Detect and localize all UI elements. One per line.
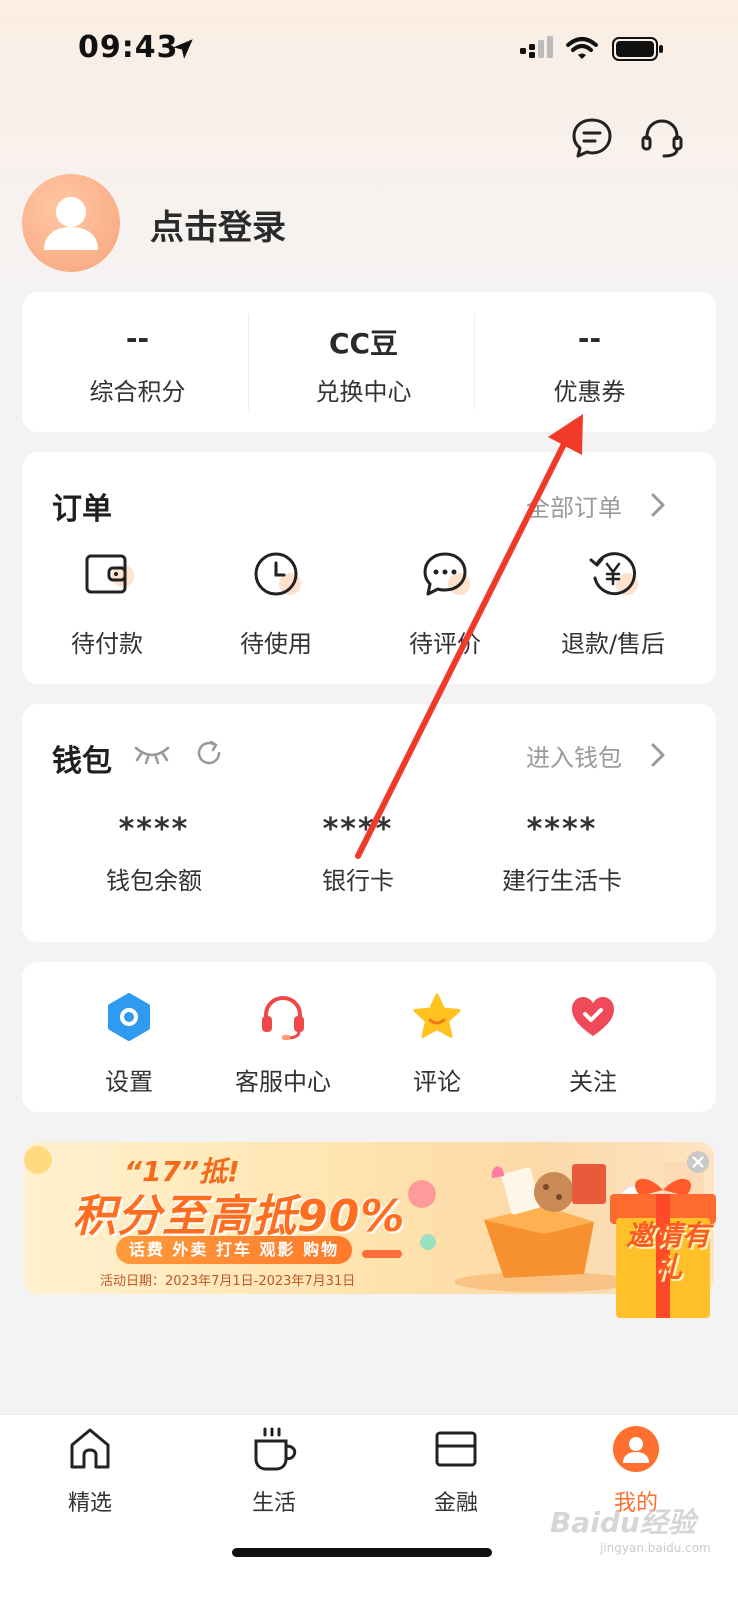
shortcut-label: 关注 — [569, 1068, 617, 1096]
tab-label: 精选 — [67, 1491, 112, 1516]
wallet-label: 钱包余额 — [106, 867, 202, 895]
chevron-right-icon[interactable] — [650, 742, 666, 768]
shortcut-settings[interactable]: 设置 — [54, 992, 204, 1097]
order-label: 待使用 — [240, 630, 312, 658]
wallet-icon — [85, 554, 134, 594]
customer-service-icon[interactable] — [640, 116, 684, 160]
star-icon — [413, 993, 461, 1038]
points-summary-card: -- 综合积分 CC豆 兑换中心 -- 优惠券 — [22, 292, 716, 432]
all-orders-link[interactable]: 全部订单 — [526, 488, 622, 523]
banner-date: 活动日期：2023年7月1日-2023年7月31日 — [100, 1274, 356, 1289]
wallet-label: 银行卡 — [322, 867, 394, 895]
wallet-bank-card[interactable]: **** 银行卡 — [248, 812, 468, 896]
watermark-url: jingyan.baidu.com — [600, 1541, 711, 1555]
banner-categories: 话费 外卖 打车 观影 购物 — [116, 1236, 352, 1264]
banner-headline: 积分至高抵90% — [72, 1191, 406, 1242]
invite-text: 邀请有礼 — [625, 1219, 710, 1284]
settings-icon — [108, 993, 150, 1041]
stat-coupons[interactable]: -- 优惠券 — [474, 292, 705, 432]
card-icon — [435, 1431, 477, 1467]
refund-icon — [589, 552, 638, 596]
heart-icon — [572, 997, 614, 1036]
message-icon[interactable] — [570, 116, 614, 160]
orders-card: 订单 全部订单 待付款 待使用 待评价 退款/售后 — [22, 452, 716, 684]
stat-exchange-center[interactable]: CC豆 兑换中心 — [248, 292, 479, 432]
home-icon — [70, 1428, 110, 1469]
wallet-card: 钱包 进入钱包 **** 钱包余额 **** 银行卡 **** 建行生活卡 — [22, 704, 716, 942]
watermark: Baidu经验 — [550, 1506, 696, 1539]
wallet-title: 钱包 — [52, 744, 112, 779]
default-user-icon — [44, 197, 98, 250]
cup-icon — [254, 1427, 297, 1471]
cellular-signal-icon — [520, 36, 553, 58]
shortcut-label: 评论 — [413, 1068, 461, 1096]
wallet-ccb-life-card[interactable]: **** 建行生活卡 — [452, 812, 672, 896]
enter-wallet-link[interactable]: 进入钱包 — [526, 738, 622, 773]
chat-bubble-icon — [423, 552, 470, 596]
status-time: 09:43 — [78, 30, 179, 65]
tab-finance[interactable]: 金融 — [396, 1425, 516, 1517]
shortcut-reviews[interactable]: 评论 — [362, 992, 512, 1097]
tab-label: 生活 — [251, 1491, 296, 1516]
home-indicator — [232, 1548, 492, 1557]
chevron-right-icon[interactable] — [650, 492, 666, 518]
stat-value: CC豆 — [328, 327, 399, 360]
order-label: 待付款 — [71, 630, 143, 658]
shortcut-label: 客服中心 — [235, 1068, 331, 1096]
stat-label: 优惠券 — [553, 378, 626, 406]
tab-life[interactable]: 生活 — [214, 1425, 334, 1517]
hide-balance-eye-icon[interactable] — [132, 740, 172, 766]
wallet-value: **** — [526, 812, 598, 847]
login-prompt[interactable]: 点击登录 — [150, 200, 286, 249]
shortcut-label: 设置 — [105, 1068, 153, 1096]
wifi-icon — [566, 37, 598, 59]
bottom-tab-bar: 精选 生活 金融 我的 Baidu经验 jingyan.baidu.com — [0, 1414, 738, 1600]
invite-gift-button[interactable]: 邀请有礼 — [604, 1168, 722, 1320]
order-label: 退款/售后 — [560, 630, 666, 658]
order-to-use[interactable]: 待使用 — [191, 548, 361, 658]
location-arrow-icon — [173, 39, 193, 59]
wallet-value: **** — [118, 812, 190, 847]
stat-points[interactable]: -- 综合积分 — [22, 292, 253, 432]
avatar[interactable] — [22, 174, 120, 272]
shortcut-customer-service[interactable]: 客服中心 — [208, 992, 358, 1097]
profile-icon — [613, 1426, 659, 1472]
order-pending-payment[interactable]: 待付款 — [22, 548, 192, 658]
clock-icon — [254, 552, 301, 596]
refresh-icon[interactable] — [194, 738, 224, 768]
stat-value: -- — [125, 322, 150, 355]
wallet-label: 建行生活卡 — [502, 867, 622, 895]
shortcuts-card: 设置 客服中心 评论 关注 — [22, 962, 716, 1112]
order-label: 待评价 — [409, 630, 481, 658]
tab-featured[interactable]: 精选 — [30, 1425, 150, 1517]
headset-icon — [262, 995, 304, 1040]
tab-label: 金融 — [433, 1491, 478, 1516]
order-to-review[interactable]: 待评价 — [360, 548, 530, 658]
shortcut-follow[interactable]: 关注 — [518, 992, 668, 1097]
stat-value: -- — [577, 322, 602, 355]
wallet-value: **** — [322, 812, 394, 847]
stat-label: 兑换中心 — [315, 378, 412, 406]
stat-label: 综合积分 — [89, 378, 186, 406]
wallet-balance[interactable]: **** 钱包余额 — [44, 812, 264, 896]
orders-title: 订单 — [52, 492, 112, 527]
battery-icon — [612, 37, 663, 61]
order-refund-aftersales[interactable]: 退款/售后 — [528, 548, 698, 658]
